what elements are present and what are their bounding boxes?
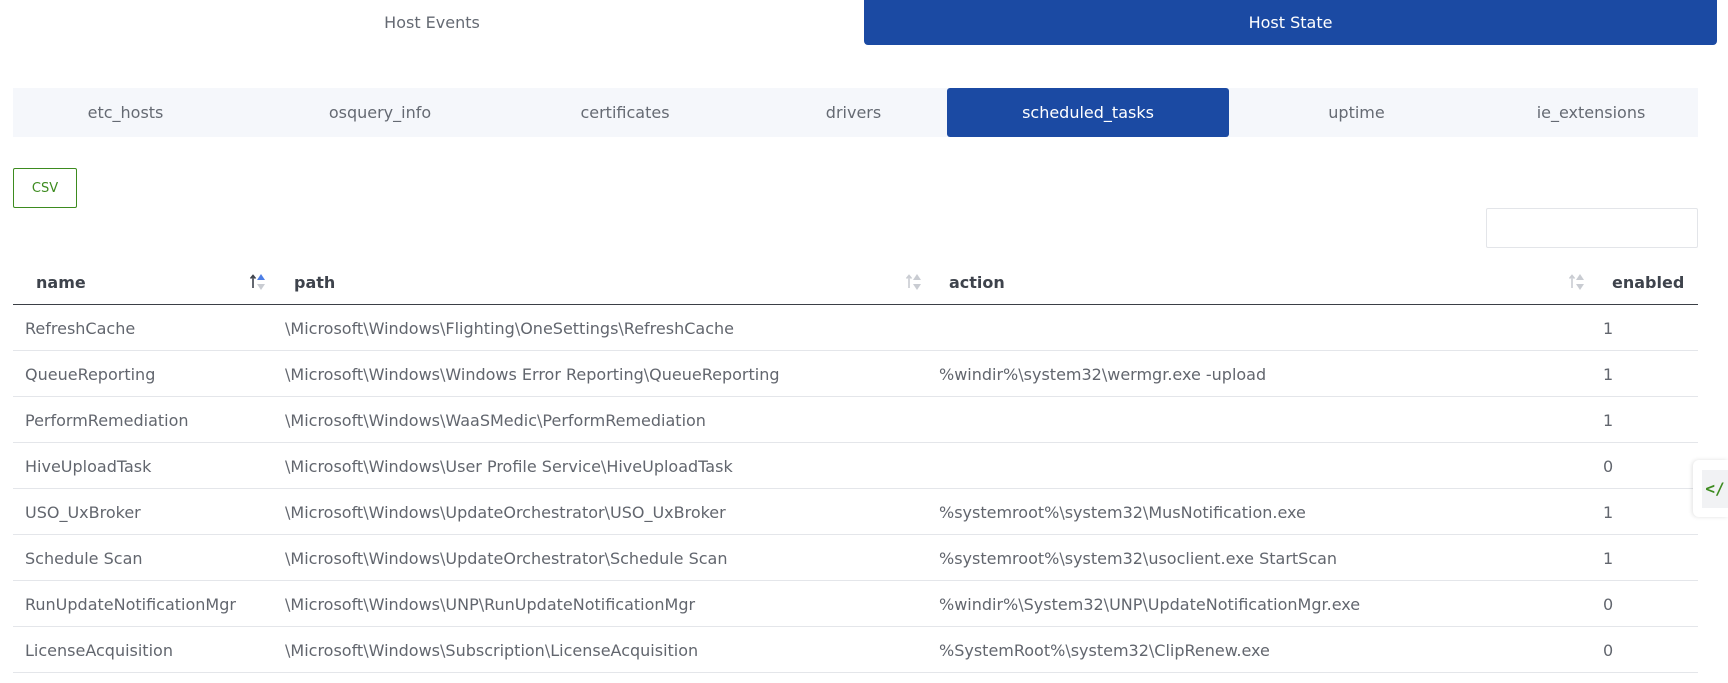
cell-action: %windir%\system32\wermgr.exe -upload — [939, 364, 1267, 384]
cell-name: HiveUploadTask — [25, 456, 152, 476]
cell-path: \Microsoft\Windows\Windows Error Reporti… — [285, 364, 780, 384]
table-row: RunUpdateNotificationMgr \Microsoft\Wind… — [13, 581, 1698, 627]
cell-path: \Microsoft\Windows\UpdateOrchestrator\Sc… — [285, 548, 728, 568]
subtab-ie-extensions[interactable]: ie_extensions — [1484, 88, 1698, 137]
table-header: name path action enabled — [13, 260, 1698, 305]
subtab-osquery-info[interactable]: osquery_info — [258, 88, 502, 137]
cell-path: \Microsoft\Windows\Subscription\LicenseA… — [285, 640, 699, 660]
cell-name: QueueReporting — [25, 364, 156, 384]
cell-enabled: 1 — [1603, 410, 1614, 430]
table-search-input[interactable] — [1487, 209, 1697, 247]
cell-path: \Microsoft\Windows\User Profile Service\… — [285, 456, 733, 476]
cell-enabled: 1 — [1603, 548, 1614, 568]
table-row: QueueReporting \Microsoft\Windows\Window… — [13, 351, 1698, 397]
code-icon: </ — [1702, 469, 1728, 508]
column-header-name[interactable]: name — [36, 260, 86, 305]
cell-action: %SystemRoot%\system32\ClipRenew.exe — [939, 640, 1270, 660]
cell-name: PerformRemediation — [25, 410, 189, 430]
cell-name: Schedule Scan — [25, 548, 143, 568]
subtab-certificates[interactable]: certificates — [502, 88, 748, 137]
column-header-action[interactable]: action — [949, 260, 1005, 305]
cell-action: %systemroot%\system32\MusNotification.ex… — [939, 502, 1306, 522]
cell-name: LicenseAcquisition — [25, 640, 173, 660]
cell-path: \Microsoft\Windows\UpdateOrchestrator\US… — [285, 502, 726, 522]
column-header-enabled[interactable]: enabled — [1612, 260, 1684, 305]
table-row: PerformRemediation \Microsoft\Windows\Wa… — [13, 397, 1698, 443]
scheduled-tasks-table: name path action enabled RefreshCache \M… — [13, 260, 1698, 673]
cell-action: %windir%\System32\UNP\UpdateNotification… — [939, 594, 1361, 614]
table-row: USO_UxBroker \Microsoft\Windows\UpdateOr… — [13, 489, 1698, 535]
csv-export-button[interactable]: CSV — [13, 168, 77, 208]
sort-icon[interactable] — [1568, 271, 1586, 293]
tab-host-state[interactable]: Host State — [864, 0, 1717, 45]
subtab-uptime[interactable]: uptime — [1229, 88, 1484, 137]
cell-name: RefreshCache — [25, 318, 136, 338]
cell-name: RunUpdateNotificationMgr — [25, 594, 236, 614]
cell-enabled: 1 — [1603, 502, 1614, 522]
sort-icon[interactable] — [905, 271, 923, 293]
side-panel-toggle[interactable]: </ — [1693, 460, 1728, 517]
subtab-etc-hosts[interactable]: etc_hosts — [13, 88, 238, 137]
table-row: HiveUploadTask \Microsoft\Windows\User P… — [13, 443, 1698, 489]
cell-name: USO_UxBroker — [25, 502, 141, 522]
tab-host-events[interactable]: Host Events — [0, 0, 864, 45]
cell-enabled: 0 — [1603, 640, 1614, 660]
search-box — [1486, 208, 1698, 248]
cell-enabled: 1 — [1603, 364, 1614, 384]
cell-enabled: 1 — [1603, 318, 1614, 338]
cell-enabled: 0 — [1603, 456, 1614, 476]
cell-action: %systemroot%\system32\usoclient.exe Star… — [939, 548, 1338, 568]
table-row: LicenseAcquisition \Microsoft\Windows\Su… — [13, 627, 1698, 673]
sub-tabs: etc_hosts osquery_info certificates driv… — [13, 88, 1698, 137]
subtab-drivers[interactable]: drivers — [748, 88, 959, 137]
top-tabs: Host Events Host State — [0, 0, 1728, 45]
column-header-path[interactable]: path — [294, 260, 335, 305]
cell-enabled: 0 — [1603, 594, 1614, 614]
sort-ascending-icon[interactable] — [249, 271, 267, 293]
table-row: Schedule Scan \Microsoft\Windows\UpdateO… — [13, 535, 1698, 581]
cell-path: \Microsoft\Windows\WaaSMedic\PerformReme… — [285, 410, 706, 430]
cell-path: \Microsoft\Windows\UNP\RunUpdateNotifica… — [285, 594, 696, 614]
subtab-scheduled-tasks[interactable]: scheduled_tasks — [947, 88, 1229, 137]
cell-path: \Microsoft\Windows\Flighting\OneSettings… — [285, 318, 734, 338]
table-row: RefreshCache \Microsoft\Windows\Flightin… — [13, 305, 1698, 351]
